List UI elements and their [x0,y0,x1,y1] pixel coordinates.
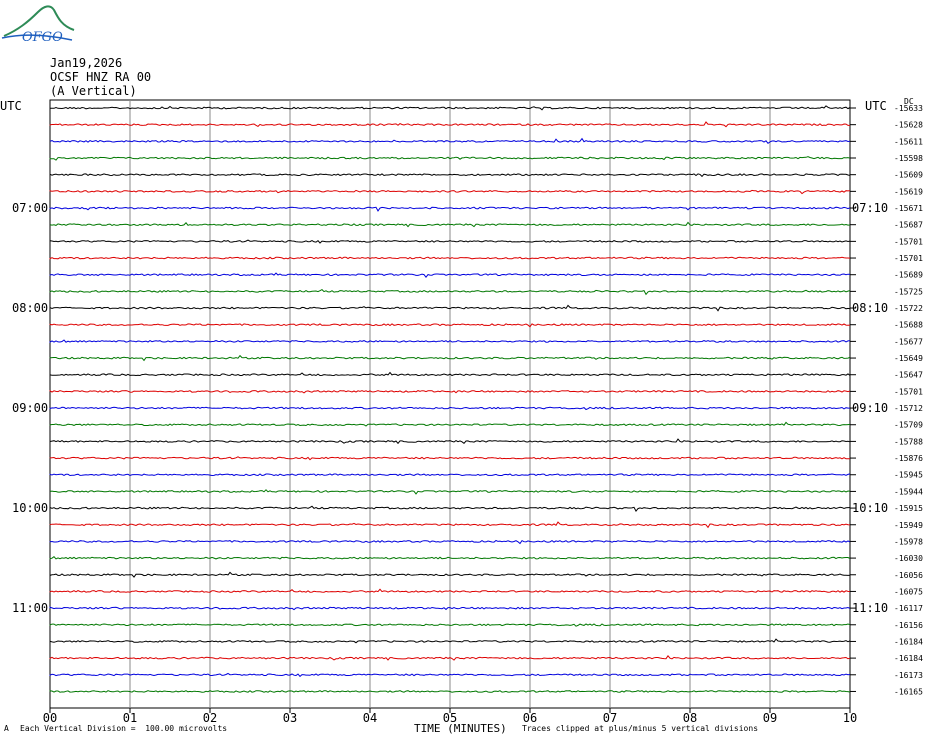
dc-offset-label: -16184 [894,654,923,663]
x-tick-label: 03 [283,711,297,725]
right-timezone-label: UTC [865,99,887,113]
dc-label: DC [904,97,914,106]
x-tick-label: 04 [363,711,377,725]
x-tick-label: 09 [763,711,777,725]
dc-offset-label: -15687 [894,221,923,230]
x-tick-label: 10 [843,711,857,725]
dc-offset-label: -15701 [894,254,923,263]
dc-offset-label: -15915 [894,504,923,513]
dc-offset-label: -16030 [894,554,923,563]
dc-offset-label: -15701 [894,237,923,246]
left-time-label: 09:00 [12,401,48,415]
dc-offset-label: -15944 [894,487,923,496]
seismogram-chart: 00 01 02 03 04 05 06 07 08 09 10-15633-15628-15611… [0,97,923,725]
x-tick-label: 01 [123,711,137,725]
dc-offset-label: -15688 [894,321,923,330]
footer-division-note: Each Vertical Division = 100.00 microvol… [20,724,228,733]
dc-offset-label: -15722 [894,304,923,313]
right-time-label: 10:10 [852,501,888,515]
footer-marker: A [4,724,9,733]
dc-offset-label: -15701 [894,387,923,396]
x-tick-label: 08 [683,711,697,725]
dc-offset-label: -16117 [894,604,923,613]
dc-offset-label: -15949 [894,521,923,530]
dc-offset-label: -16156 [894,621,923,630]
dc-offset-label: -15788 [894,437,923,446]
dc-offset-label: -15725 [894,287,923,296]
dc-offset-label: -16165 [894,687,923,696]
dc-offset-label: -15671 [894,204,923,213]
dc-offset-label: -15598 [894,154,923,163]
left-time-label: 10:00 [12,501,48,515]
dc-offset-label: -15677 [894,337,923,346]
dc-offset-label: -15689 [894,271,923,280]
right-time-label: 11:10 [852,601,888,615]
dc-offset-label: -15709 [894,421,923,430]
dc-offset-label: -16056 [894,571,923,580]
dc-offset-label: -15649 [894,354,923,363]
right-time-label: 08:10 [852,301,888,315]
right-time-label: 07:10 [852,201,888,215]
x-tick-label: 00 [43,711,57,725]
left-time-label: 11:00 [12,601,48,615]
left-time-label: 08:00 [12,301,48,315]
x-tick-label: 07 [603,711,617,725]
dc-offset-label: -16184 [894,637,923,646]
dc-offset-label: -15619 [894,187,923,196]
dc-offset-label: -15876 [894,454,923,463]
left-time-label: 07:00 [12,201,48,215]
x-tick-label: 06 [523,711,537,725]
left-timezone-label: UTC [0,99,22,113]
dc-offset-label: -15609 [894,171,923,180]
dc-offset-label: -15978 [894,537,923,546]
x-tick-label: 02 [203,711,217,725]
x-axis-label: TIME (MINUTES) [414,722,507,735]
dc-offset-label: -15647 [894,371,923,380]
dc-offset-label: -15628 [894,121,923,130]
footer-clip-note: Traces clipped at plus/minus 5 vertical … [522,724,759,733]
right-time-label: 09:10 [852,401,888,415]
dc-offset-label: -15945 [894,471,923,480]
dc-offset-label: -15712 [894,404,923,413]
dc-offset-label: -16173 [894,671,923,680]
dc-offset-label: -16075 [894,587,923,596]
dc-offset-label: -15611 [894,137,923,146]
